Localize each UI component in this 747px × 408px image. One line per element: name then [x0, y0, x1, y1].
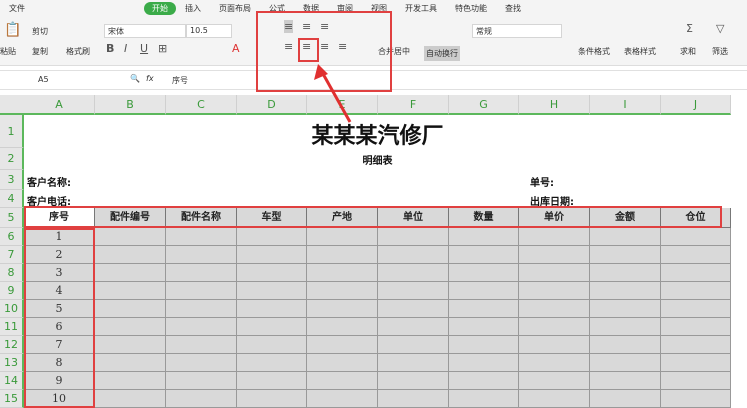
- arrow-annotation: [314, 64, 352, 123]
- header-row-highlight-box: [24, 206, 722, 228]
- serial-column-highlight-box: [24, 228, 95, 408]
